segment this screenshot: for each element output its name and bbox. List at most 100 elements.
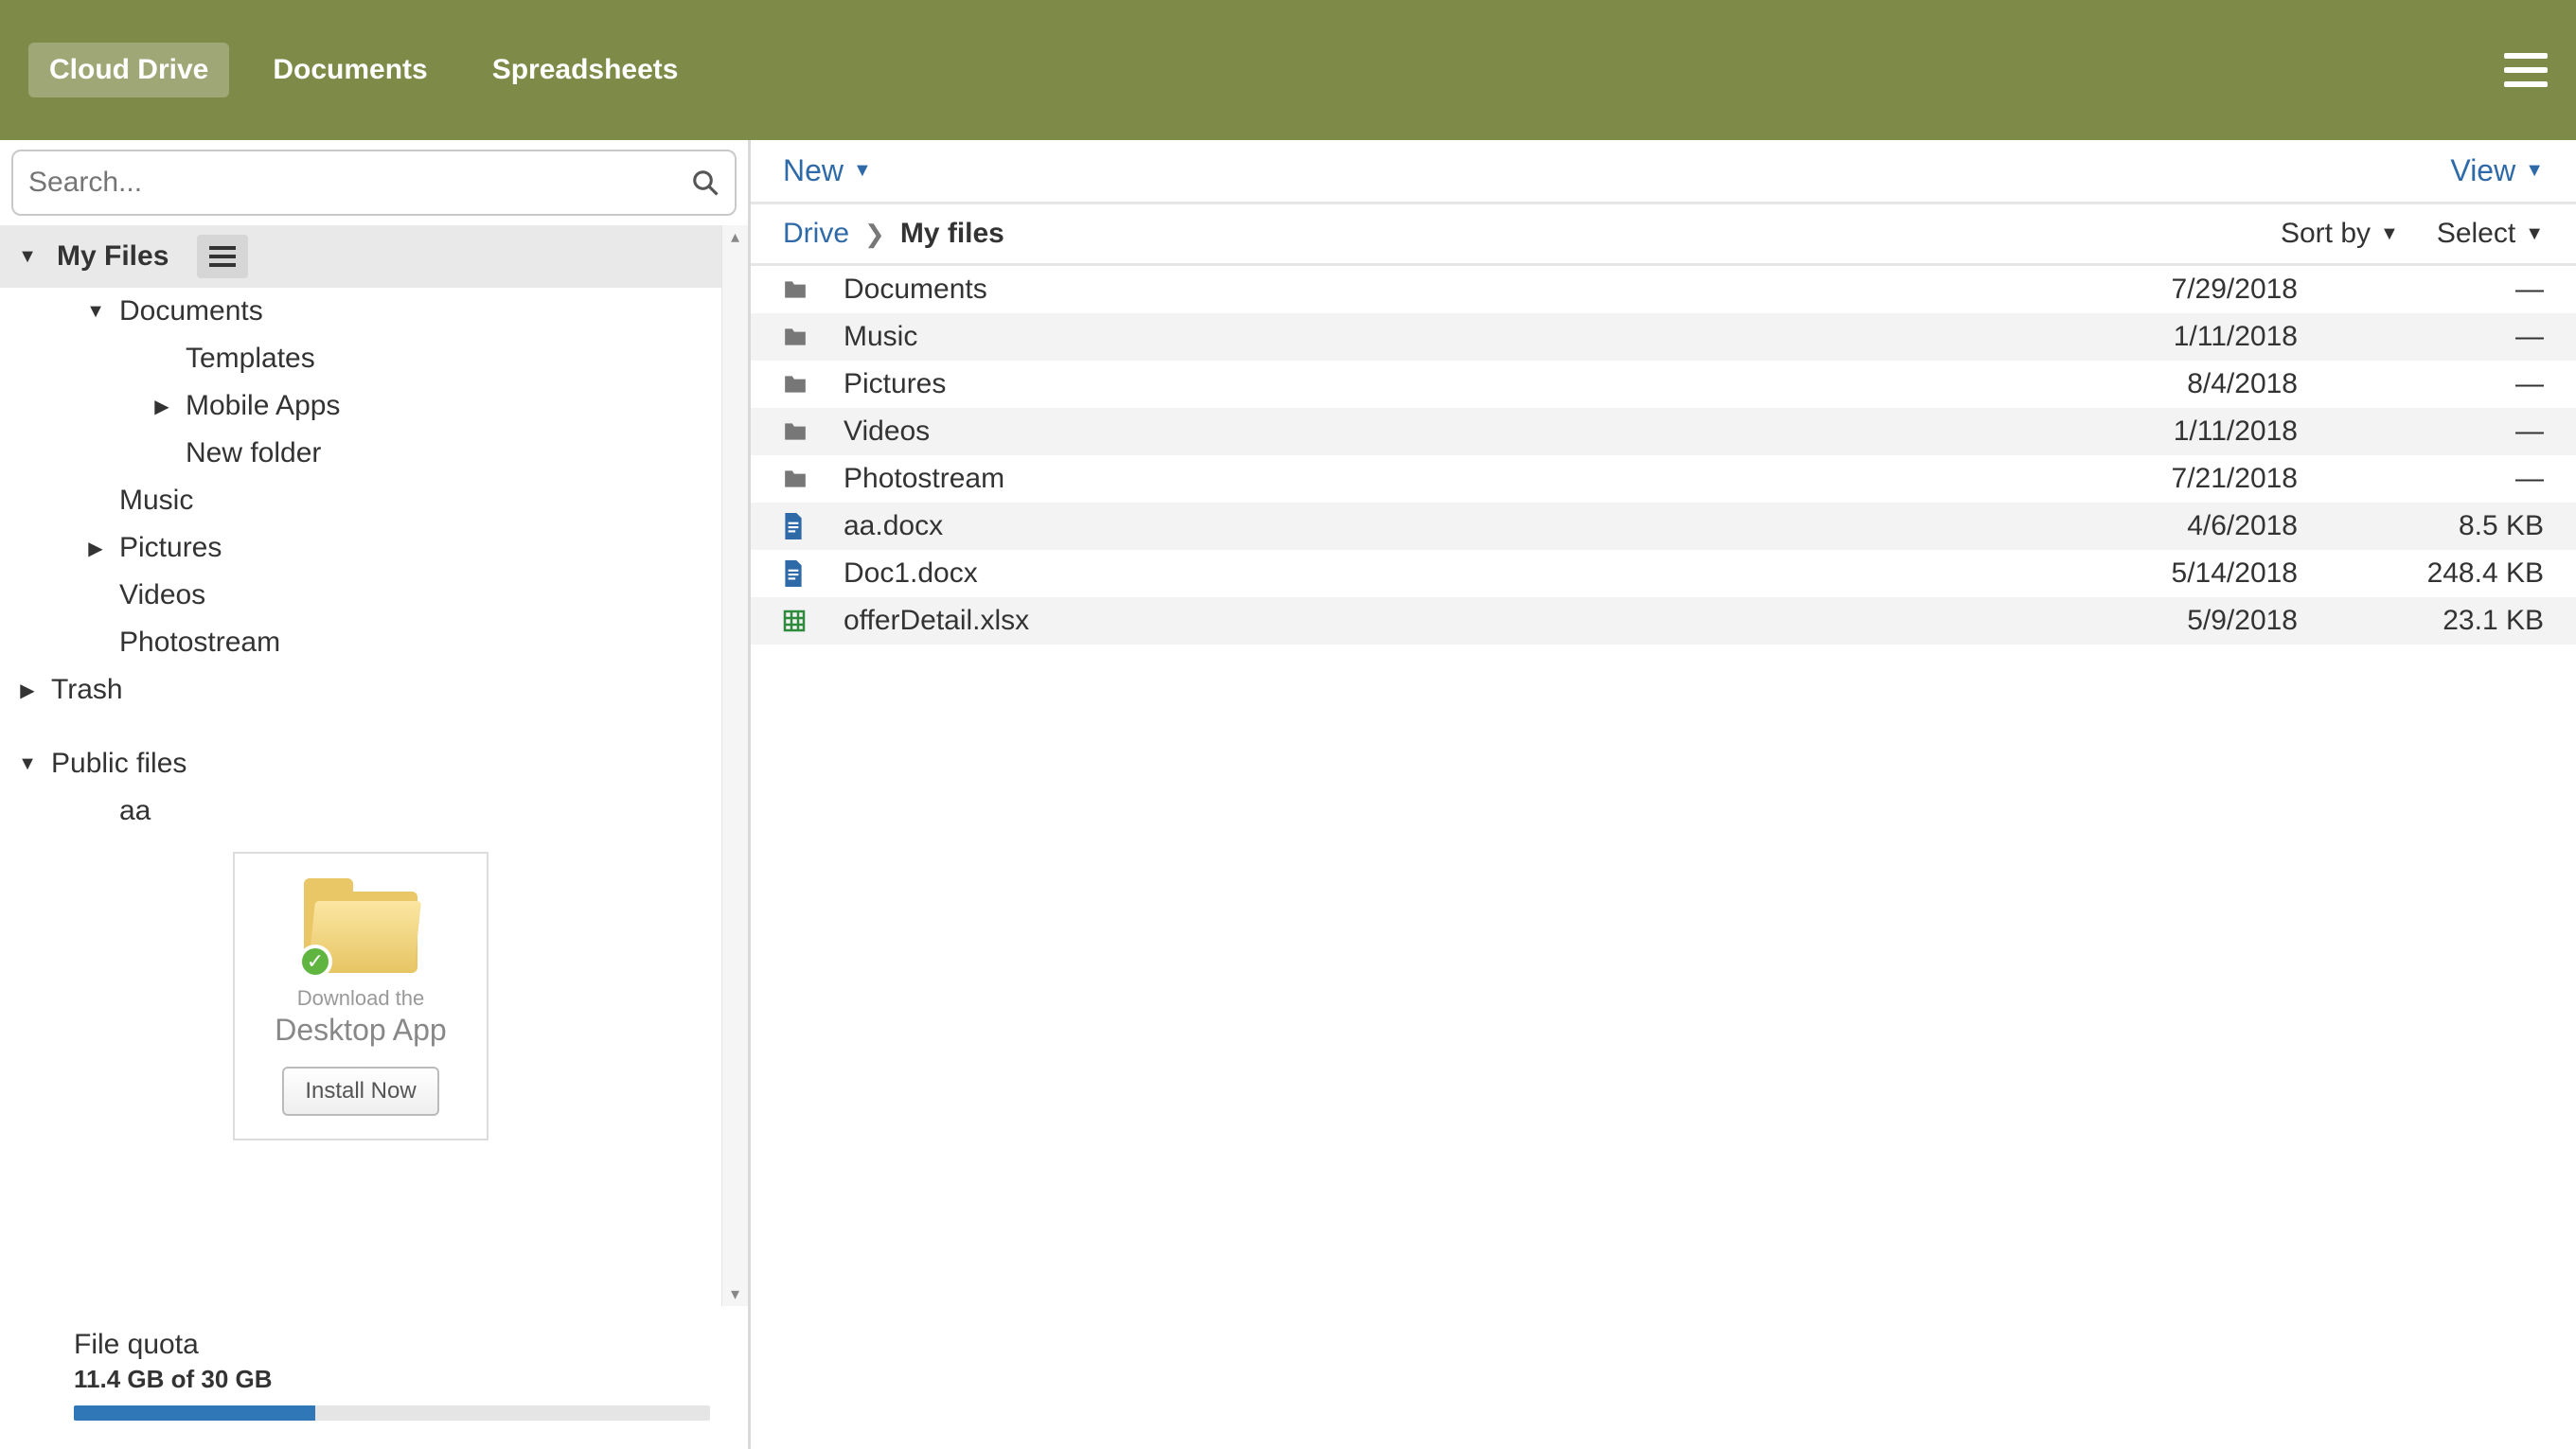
file-size: — [2298,321,2544,353]
list-view-toggle-icon[interactable] [197,235,248,278]
top-bar: Cloud Drive Documents Spreadsheets [0,0,2576,140]
file-row[interactable]: Music1/11/2018— [751,313,2576,361]
file-row[interactable]: Videos1/11/2018— [751,408,2576,455]
new-button[interactable]: New ▼ [783,153,872,188]
document-icon [783,513,821,539]
tree-node-label: Documents [119,295,263,327]
view-button[interactable]: View ▼ [2450,153,2544,188]
tree-node-templates[interactable]: ▶ Templates [0,335,721,382]
caret-right-icon[interactable]: ▶ [150,395,174,418]
quota-value: 11.4 GB of 30 GB [74,1365,710,1394]
folder-icon [783,279,821,300]
install-now-button[interactable]: Install Now [282,1067,438,1116]
main-panel: New ▼ View ▼ Drive ❯ My files Sort by ▼ … [751,140,2576,1449]
tree-node-photostream[interactable]: ▶ Photostream [0,619,721,666]
file-row[interactable]: aa.docx4/6/20188.5 KB [751,503,2576,550]
caret-right-icon[interactable]: ▶ [15,679,40,702]
caret-down-icon: ▼ [2380,223,2399,245]
file-name: Music [844,321,2052,353]
tree-node-label: Photostream [119,627,280,659]
folder-icon [783,374,821,395]
menu-icon[interactable] [2504,53,2548,87]
caret-down-icon[interactable]: ▼ [83,301,108,323]
file-list: Documents7/29/2018—Music1/11/2018—Pictur… [751,266,2576,1449]
caret-down-icon: ▼ [2525,223,2544,245]
file-date: 1/11/2018 [2052,321,2298,353]
file-name: Videos [844,415,2052,448]
file-size: — [2298,368,2544,400]
tree-node-public-files[interactable]: ▼ Public files [0,740,721,787]
caret-down-icon[interactable]: ▼ [15,246,40,268]
check-badge-icon: ✓ [298,945,332,979]
tree-node-trash[interactable]: ▶ Trash [0,666,721,714]
scroll-up-icon[interactable]: ▴ [722,227,748,247]
file-date: 5/9/2018 [2052,605,2298,637]
folder-tree: ▼ My Files ▼ Documents ▶ Templates ▶ M [0,225,748,1140]
tree-node-documents[interactable]: ▼ Documents [0,288,721,335]
tree-node-new-folder[interactable]: ▶ New folder [0,430,721,477]
caret-down-icon[interactable]: ▼ [15,753,40,775]
file-size: — [2298,463,2544,495]
promo-line2: Desktop App [252,1013,470,1048]
folder-icon [783,468,821,489]
file-row[interactable]: Photostream7/21/2018— [751,455,2576,503]
scroll-down-icon[interactable]: ▾ [722,1284,748,1304]
tree-node-label: Mobile Apps [186,390,340,422]
file-quota: File quota 11.4 GB of 30 GB [0,1306,748,1449]
toolbar: New ▼ View ▼ [751,140,2576,204]
tree-node-mobile-apps[interactable]: ▶ Mobile Apps [0,382,721,430]
file-row[interactable]: Documents7/29/2018— [751,266,2576,313]
file-date: 7/21/2018 [2052,463,2298,495]
tree-node-videos[interactable]: ▶ Videos [0,572,721,619]
desktop-app-promo: ✓ Download the Desktop App Install Now [233,852,489,1140]
quota-bar-fill [74,1405,315,1421]
file-name: aa.docx [844,510,2052,542]
new-label: New [783,153,844,188]
spreadsheet-icon [783,610,821,632]
tree-node-label: Templates [186,343,315,375]
tree-node-music[interactable]: ▶ Music [0,477,721,524]
file-row[interactable]: Doc1.docx5/14/2018248.4 KB [751,550,2576,597]
file-size: 23.1 KB [2298,605,2544,637]
file-date: 1/11/2018 [2052,415,2298,448]
file-size: — [2298,415,2544,448]
caret-down-icon: ▼ [2525,160,2544,182]
quota-bar [74,1405,710,1421]
caret-right-icon[interactable]: ▶ [83,537,108,560]
file-name: Pictures [844,368,2052,400]
file-date: 7/29/2018 [2052,274,2298,306]
tree-node-label: Trash [51,674,123,706]
file-row[interactable]: offerDetail.xlsx5/9/201823.1 KB [751,597,2576,645]
document-icon [783,560,821,587]
file-date: 4/6/2018 [2052,510,2298,542]
chevron-right-icon: ❯ [864,220,885,249]
promo-line1: Download the [252,986,470,1011]
file-size: — [2298,274,2544,306]
quota-label: File quota [74,1329,710,1361]
file-date: 8/4/2018 [2052,368,2298,400]
file-name: Doc1.docx [844,557,2052,590]
file-row[interactable]: Pictures8/4/2018— [751,361,2576,408]
breadcrumb-current: My files [900,218,1004,250]
file-size: 8.5 KB [2298,510,2544,542]
tree-node-pictures[interactable]: ▶ Pictures [0,524,721,572]
search-box [11,150,737,216]
tab-documents[interactable]: Documents [252,43,448,97]
breadcrumb-drive[interactable]: Drive [783,218,849,250]
search-icon[interactable] [691,168,720,197]
sidebar-scrollbar[interactable]: ▴ ▾ [721,225,748,1306]
search-input[interactable] [28,167,691,199]
sort-by-button[interactable]: Sort by ▼ [2281,218,2399,250]
tree-node-aa[interactable]: ▶ aa [0,787,721,835]
tab-cloud-drive[interactable]: Cloud Drive [28,43,229,97]
folder-sync-icon: ✓ [304,878,417,973]
tab-spreadsheets[interactable]: Spreadsheets [471,43,700,97]
select-button[interactable]: Select ▼ [2437,218,2544,250]
folder-icon [783,327,821,347]
file-name: Documents [844,274,2052,306]
sort-by-label: Sort by [2281,218,2371,250]
caret-down-icon: ▼ [853,160,872,182]
tree-root-my-files[interactable]: ▼ My Files [0,225,721,288]
sidebar: ▼ My Files ▼ Documents ▶ Templates ▶ M [0,140,751,1449]
tree-node-label: New folder [186,437,321,469]
